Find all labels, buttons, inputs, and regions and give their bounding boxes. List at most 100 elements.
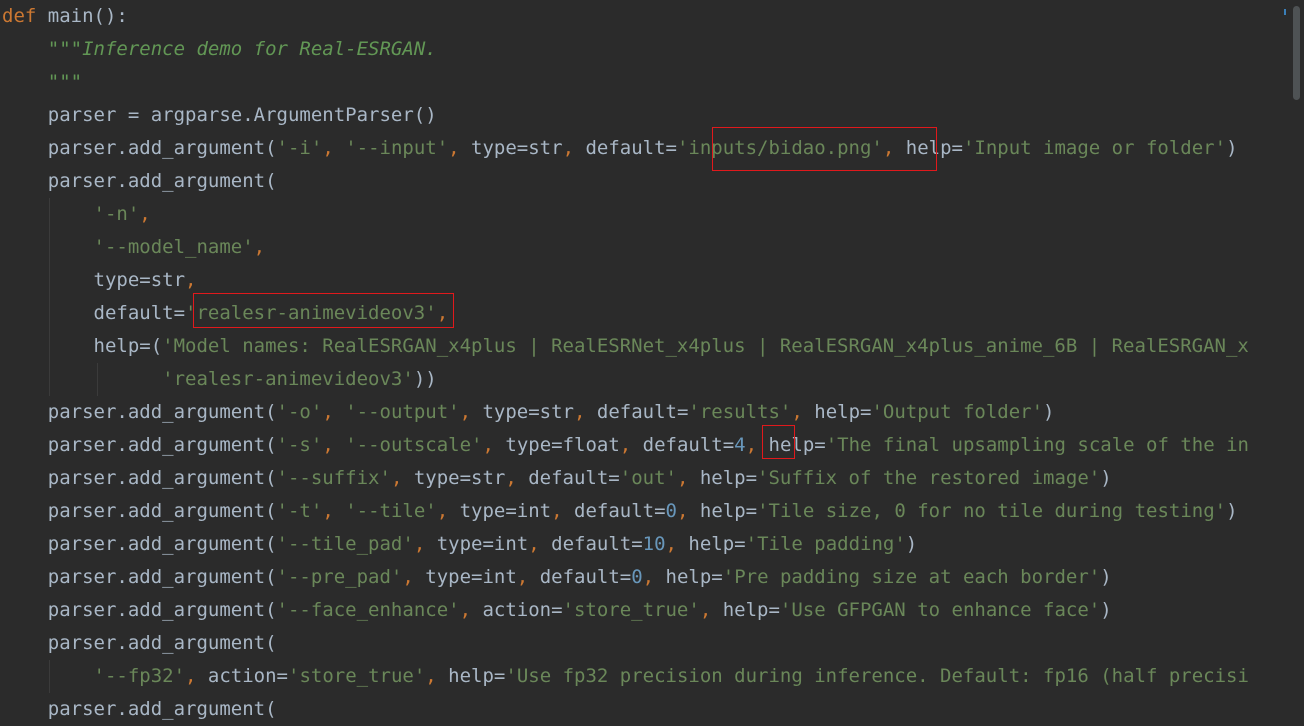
code-token: type=int xyxy=(436,533,529,555)
code-token: 4 xyxy=(734,434,746,456)
code-line[interactable]: '-n', xyxy=(2,198,151,231)
code-line[interactable]: parser.add_argument('--suffix', type=str… xyxy=(2,462,1112,495)
code-line[interactable]: parser.add_argument( xyxy=(2,165,277,198)
code-line[interactable]: parser.add_argument('-t', '--tile', type… xyxy=(2,495,1238,528)
code-token: , xyxy=(322,401,346,423)
code-token: type=str xyxy=(2,269,186,291)
code-token: type=int xyxy=(459,500,552,522)
code-token: , xyxy=(413,533,437,555)
code-token: 10 xyxy=(642,533,666,555)
code-token: , xyxy=(139,203,151,225)
code-token: '--suffix' xyxy=(276,467,391,489)
code-token: , xyxy=(322,500,346,522)
code-token: , xyxy=(665,533,689,555)
code-token: help= xyxy=(699,500,758,522)
code-token: action= xyxy=(207,665,288,687)
code-token: parser.add_argument( xyxy=(2,632,277,654)
code-token: '-s' xyxy=(276,434,323,456)
code-line[interactable]: def main(): xyxy=(2,0,128,33)
code-token: main(): xyxy=(36,5,128,27)
code-line[interactable]: parser.add_argument('--tile_pad', type=i… xyxy=(2,528,917,561)
code-token: , xyxy=(676,500,700,522)
code-line[interactable]: parser.add_argument('-o', '--output', ty… xyxy=(2,396,1055,429)
code-token: help= xyxy=(905,137,963,159)
code-token: '--output' xyxy=(345,401,460,423)
code-token: help= xyxy=(688,533,746,555)
code-token: default= xyxy=(528,467,620,489)
code-token: def xyxy=(2,5,37,27)
code-token: 'results' xyxy=(688,401,792,423)
code-token: type=str xyxy=(471,137,563,159)
code-line[interactable]: 'realesr-animevideov3')) xyxy=(2,363,437,396)
code-line[interactable]: '--fp32', action='store_true', help='Use… xyxy=(2,660,1249,693)
code-token: , xyxy=(185,665,208,687)
code-line[interactable]: parser.add_argument('-s', '--outscale', … xyxy=(2,429,1249,462)
code-token: )) xyxy=(413,368,437,390)
code-token: ) xyxy=(1226,137,1238,159)
code-token: '--pre_pad' xyxy=(276,566,403,588)
code-token: 'Use fp32 precision during inference. De… xyxy=(505,665,1249,687)
code-token: '--input' xyxy=(345,137,449,159)
indent-guide xyxy=(49,660,50,693)
code-line[interactable]: parser.add_argument( xyxy=(2,627,277,660)
code-token: , xyxy=(528,533,552,555)
code-token: , xyxy=(253,236,266,258)
code-token: , xyxy=(745,434,769,456)
code-token: parser.add_argument( xyxy=(2,434,277,456)
code-token: 'Tile padding' xyxy=(745,533,906,555)
code-token: '--tile' xyxy=(345,500,437,522)
code-line[interactable]: """Inference demo for Real-ESRGAN. xyxy=(2,33,437,66)
code-token: help= xyxy=(448,665,506,687)
code-token: action= xyxy=(482,599,563,621)
code-token: help= xyxy=(665,566,723,588)
code-token: ) xyxy=(1226,500,1238,522)
code-token: default= xyxy=(574,500,666,522)
code-line[interactable]: parser = argparse.ArgumentParser() xyxy=(2,99,437,132)
code-token: 'The final upsampling scale of the in xyxy=(825,434,1249,456)
code-token: , xyxy=(185,269,197,291)
code-token: parser.add_argument( xyxy=(2,170,277,192)
code-token: help= xyxy=(699,467,758,489)
indent-guide xyxy=(49,198,50,396)
code-token: , xyxy=(574,401,597,423)
code-token: type=float xyxy=(505,434,620,456)
code-token: '--fp32' xyxy=(93,665,186,687)
code-token: , xyxy=(390,467,414,489)
code-token: type=int xyxy=(425,566,517,588)
code-token: help=( xyxy=(2,335,163,357)
code-line[interactable]: """ xyxy=(2,66,82,99)
code-token: '-t' xyxy=(276,500,323,522)
vertical-scrollbar[interactable] xyxy=(1293,6,1300,100)
code-line[interactable]: parser.add_argument('--face_enhance', ac… xyxy=(2,594,1112,627)
code-token: ) xyxy=(1100,467,1112,489)
code-token: 0 xyxy=(665,500,677,522)
code-token: , xyxy=(322,434,346,456)
code-token: parser.add_argument( xyxy=(2,500,277,522)
code-token: , xyxy=(459,401,483,423)
code-token: 'Input image or folder' xyxy=(962,137,1227,159)
code-token: , xyxy=(699,599,723,621)
code-line[interactable]: '--model_name', xyxy=(2,231,266,264)
code-token: '--tile_pad' xyxy=(276,533,414,555)
code-token: , xyxy=(322,137,346,159)
inspection-marker-icon[interactable] xyxy=(1284,9,1286,15)
code-line[interactable]: parser.add_argument('-i', '--input', typ… xyxy=(2,132,1238,165)
code-token: , xyxy=(516,566,540,588)
code-line[interactable]: parser.add_argument('--pre_pad', type=in… xyxy=(2,561,1112,594)
code-token: , xyxy=(551,500,575,522)
code-line[interactable]: help=('Model names: RealESRGAN_x4plus | … xyxy=(2,330,1249,363)
code-token: 'Use GFPGAN to enhance face' xyxy=(779,599,1101,621)
code-token: , xyxy=(459,599,483,621)
code-line[interactable]: default='realesr-animevideov3', xyxy=(2,297,449,330)
indent-guide xyxy=(97,363,98,396)
code-line[interactable]: parser.add_argument( xyxy=(2,693,277,726)
code-editor[interactable]: def main(): """Inference demo for Real-E… xyxy=(0,0,1304,726)
code-line[interactable]: type=str, xyxy=(2,264,197,297)
code-token: 'Output folder' xyxy=(871,401,1044,423)
code-token: , xyxy=(619,434,643,456)
